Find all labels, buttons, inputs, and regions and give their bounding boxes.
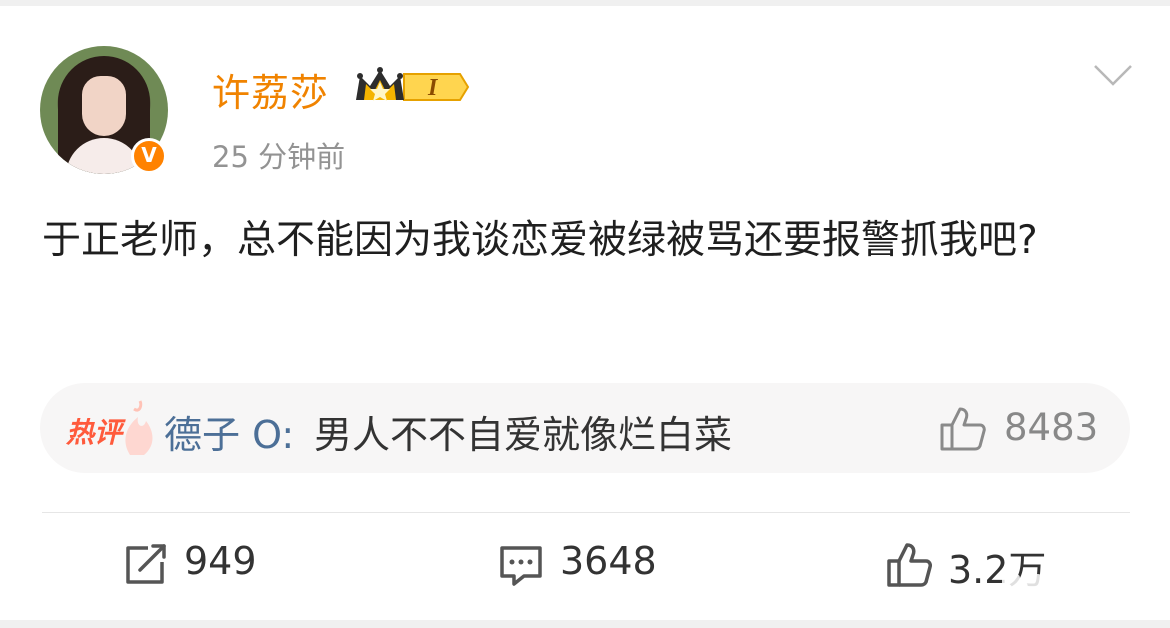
hot-comment-label: 热评	[66, 416, 123, 449]
divider	[42, 512, 1130, 513]
bottom-strip	[0, 620, 1170, 628]
chevron-down-icon[interactable]	[1092, 60, 1134, 90]
thumbs-up-icon	[887, 543, 932, 587]
hot-comment-like-count: 8483	[1004, 406, 1099, 449]
avatar-face	[82, 76, 126, 136]
hot-comment-text: 男人不不自爱就像烂白菜	[314, 413, 733, 457]
post-content: 于正老师，总不能因为我谈恋爱被绿被骂还要报警抓我吧?	[42, 218, 1038, 263]
flame-icon	[125, 400, 153, 455]
hot-comment-user[interactable]: 德子 O:	[164, 404, 294, 459]
repost-icon	[126, 544, 166, 584]
repost-count: 949	[184, 539, 257, 583]
verified-badge: V	[131, 138, 167, 174]
watermark-icon	[1002, 574, 1152, 606]
rank-badge-text: I	[427, 75, 439, 101]
comment-count: 3648	[560, 539, 657, 583]
hot-comment[interactable]: 热评 德子 O: 男人不不自爱就像烂白菜 8483	[40, 383, 1130, 473]
comment-icon	[500, 546, 542, 586]
post-time: 25 分钟前	[212, 140, 346, 174]
top-strip	[0, 0, 1170, 6]
crown-icon[interactable]: I	[352, 66, 470, 108]
thumbs-up-icon[interactable]	[938, 405, 986, 451]
author-name[interactable]: 许荔莎	[212, 62, 329, 117]
